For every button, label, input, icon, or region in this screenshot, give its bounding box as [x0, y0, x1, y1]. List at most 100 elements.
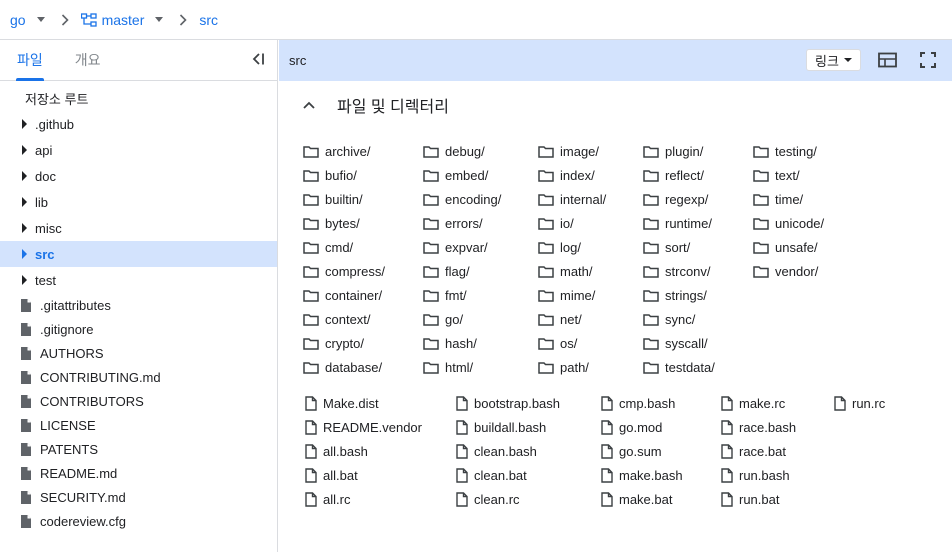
directory-item[interactable]: embed/ [423, 165, 488, 185]
tree-file-item[interactable]: .gitattributes [0, 293, 277, 317]
directory-item[interactable]: testdata/ [643, 357, 715, 377]
tree-folder-item[interactable]: doc [0, 163, 277, 189]
directory-item[interactable]: unsafe/ [753, 237, 818, 257]
chevron-up-icon[interactable] [303, 101, 315, 109]
tree-root-label[interactable]: 저장소 루트 [0, 85, 277, 111]
directory-item[interactable]: mime/ [538, 285, 595, 305]
tree-folder-item[interactable]: test [0, 267, 277, 293]
directory-item[interactable]: bufio/ [303, 165, 357, 185]
directory-item[interactable]: errors/ [423, 213, 483, 233]
file-item[interactable]: race.bat [721, 441, 786, 461]
directory-item[interactable]: cmd/ [303, 237, 353, 257]
breadcrumb-repo[interactable]: go [10, 12, 26, 28]
directory-item[interactable]: syscall/ [643, 333, 708, 353]
directory-item[interactable]: io/ [538, 213, 574, 233]
file-item[interactable]: race.bash [721, 417, 796, 437]
expand-triangle-icon[interactable] [22, 145, 27, 155]
directory-item[interactable]: regexp/ [643, 189, 708, 209]
expand-triangle-icon[interactable] [22, 275, 27, 285]
tree-file-item[interactable]: CONTRIBUTORS [0, 389, 277, 413]
directory-item[interactable]: sync/ [643, 309, 695, 329]
collapse-sidebar-icon[interactable] [251, 52, 265, 66]
file-item[interactable]: all.bash [305, 441, 368, 461]
file-item[interactable]: all.rc [305, 489, 350, 509]
directory-item[interactable]: compress/ [303, 261, 385, 281]
directory-item[interactable]: crypto/ [303, 333, 364, 353]
directory-item[interactable]: log/ [538, 237, 581, 257]
directory-item[interactable]: fmt/ [423, 285, 467, 305]
breadcrumb-branch[interactable]: master [102, 12, 145, 28]
tree-file-item[interactable]: CONTRIBUTING.md [0, 365, 277, 389]
file-item[interactable]: clean.rc [456, 489, 520, 509]
directory-item[interactable]: hash/ [423, 333, 477, 353]
directory-item[interactable]: sort/ [643, 237, 690, 257]
directory-item[interactable]: testing/ [753, 141, 817, 161]
file-item[interactable]: make.bat [601, 489, 672, 509]
file-item[interactable]: make.rc [721, 393, 785, 413]
directory-item[interactable]: expvar/ [423, 237, 488, 257]
expand-triangle-icon[interactable] [22, 197, 27, 207]
file-item[interactable]: cmp.bash [601, 393, 675, 413]
directory-item[interactable]: os/ [538, 333, 577, 353]
directory-item[interactable]: path/ [538, 357, 589, 377]
file-item[interactable]: go.sum [601, 441, 662, 461]
directory-item[interactable]: math/ [538, 261, 593, 281]
tree-file-item[interactable]: AUTHORS [0, 341, 277, 365]
fullscreen-icon[interactable] [920, 52, 936, 68]
tab-files[interactable]: 파일 [16, 40, 44, 81]
breadcrumb-path[interactable]: src [199, 12, 218, 28]
expand-triangle-icon[interactable] [22, 119, 27, 129]
file-item[interactable]: Make.dist [305, 393, 379, 413]
directory-item[interactable]: context/ [303, 309, 371, 329]
file-item[interactable]: run.bat [721, 489, 779, 509]
directory-item[interactable]: index/ [538, 165, 595, 185]
directory-item[interactable]: time/ [753, 189, 803, 209]
tree-file-item[interactable]: SECURITY.md [0, 485, 277, 509]
directory-item[interactable]: database/ [303, 357, 382, 377]
directory-item[interactable]: runtime/ [643, 213, 712, 233]
directory-item[interactable]: unicode/ [753, 213, 824, 233]
directory-item[interactable]: flag/ [423, 261, 470, 281]
directory-item[interactable]: internal/ [538, 189, 606, 209]
tree-file-item[interactable]: LICENSE [0, 413, 277, 437]
directory-item[interactable]: container/ [303, 285, 382, 305]
directory-item[interactable]: vendor/ [753, 261, 818, 281]
tree-file-item[interactable]: .gitignore [0, 317, 277, 341]
tree-folder-item[interactable]: misc [0, 215, 277, 241]
file-item[interactable]: run.rc [834, 393, 885, 413]
layout-panel-icon[interactable] [878, 52, 897, 68]
directory-item[interactable]: plugin/ [643, 141, 703, 161]
file-item[interactable]: README.vendor [305, 417, 422, 437]
expand-triangle-icon[interactable] [22, 171, 27, 181]
tab-overview[interactable]: 개요 [75, 40, 101, 80]
directory-item[interactable]: html/ [423, 357, 473, 377]
directory-item[interactable]: encoding/ [423, 189, 501, 209]
directory-item[interactable]: reflect/ [643, 165, 704, 185]
tree-folder-item[interactable]: src [0, 241, 277, 267]
directory-item[interactable]: image/ [538, 141, 599, 161]
file-item[interactable]: bootstrap.bash [456, 393, 560, 413]
tree-folder-item[interactable]: lib [0, 189, 277, 215]
directory-item[interactable]: bytes/ [303, 213, 360, 233]
link-dropdown-button[interactable]: 링크 [806, 49, 861, 71]
tree-folder-item[interactable]: .github [0, 111, 277, 137]
directory-item[interactable]: debug/ [423, 141, 485, 161]
expand-triangle-icon[interactable] [22, 223, 27, 233]
directory-item[interactable]: net/ [538, 309, 582, 329]
file-item[interactable]: buildall.bash [456, 417, 546, 437]
tree-file-item[interactable]: README.md [0, 461, 277, 485]
tree-folder-item[interactable]: api [0, 137, 277, 163]
file-item[interactable]: all.bat [305, 465, 358, 485]
tree-file-item[interactable]: codereview.cfg [0, 509, 277, 533]
file-item[interactable]: clean.bash [456, 441, 537, 461]
file-item[interactable]: clean.bat [456, 465, 527, 485]
tree-file-item[interactable]: PATENTS [0, 437, 277, 461]
directory-item[interactable]: go/ [423, 309, 463, 329]
directory-item[interactable]: strings/ [643, 285, 707, 305]
repo-dropdown-icon[interactable] [36, 17, 45, 22]
file-item[interactable]: make.bash [601, 465, 683, 485]
expand-triangle-icon[interactable] [22, 249, 27, 259]
file-item[interactable]: run.bash [721, 465, 790, 485]
branch-dropdown-icon[interactable] [155, 17, 164, 22]
section-header[interactable]: 파일 및 디렉터리 [279, 81, 952, 129]
